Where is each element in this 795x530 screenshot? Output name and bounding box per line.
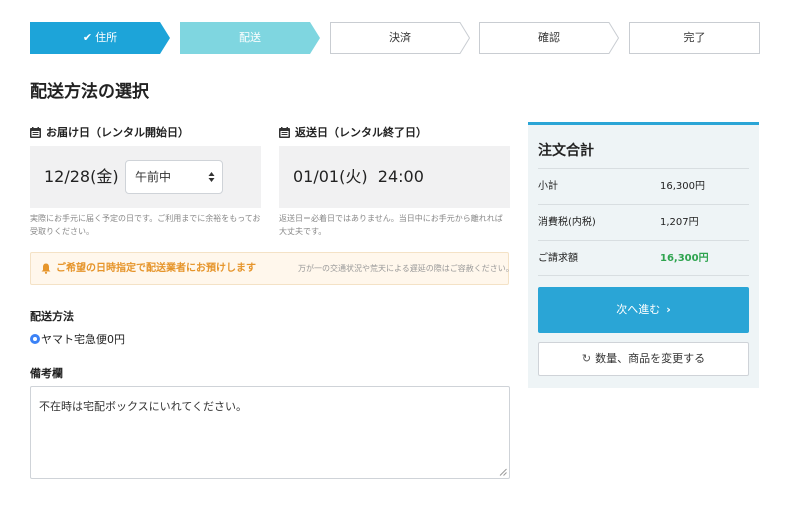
step-payment: 決済: [330, 22, 470, 54]
step-label: 確認: [538, 31, 560, 44]
return-date-label-text: 返送日（レンタル終了日）: [295, 126, 427, 139]
summary-row-label: 小計: [538, 181, 558, 192]
shipping-method-label: 配送方法: [30, 310, 74, 323]
delivery-time-select[interactable]: 午前中: [125, 160, 223, 194]
delivery-time-value: 午前中: [135, 170, 172, 184]
order-summary-title: 注文合計: [538, 143, 594, 159]
chevron-right-icon: ›: [666, 303, 671, 316]
return-date-value: 01/01(火) 24:00: [293, 167, 424, 186]
shipping-option[interactable]: ヤマト宅急便0円: [30, 331, 125, 347]
step-complete: 完了: [629, 22, 760, 54]
order-summary: 注文合計 小計 16,300円 消費税(内税) 1,207円 ご請求額 16,3…: [528, 122, 759, 388]
summary-total-value: 16,300円: [660, 253, 709, 264]
change-items-label: 数量、商品を変更する: [595, 352, 706, 365]
summary-row-value: 16,300円: [660, 181, 705, 192]
return-date-box: 01/01(火) 24:00: [279, 146, 510, 208]
step-shipping: 配送: [180, 22, 320, 54]
change-items-button[interactable]: ↻ 数量、商品を変更する: [538, 342, 749, 376]
return-date-label: 返送日（レンタル終了日）: [279, 124, 427, 140]
calendar-icon: [30, 126, 41, 138]
checkout-progress: ✔ 住所 配送 決済 確認 完了: [30, 22, 760, 54]
summary-row-tax: 消費税(内税) 1,207円: [538, 204, 749, 240]
delivery-date-note: 実際にお手元に届く予定の日です。ご利用までに余裕をもってお受取りください。: [30, 214, 261, 236]
resize-grip-icon[interactable]: [499, 468, 507, 476]
delivery-date-label: お届け日（レンタル開始日）: [30, 124, 189, 140]
remarks-value: 不在時は宅配ボックスにいれてください。: [39, 400, 248, 413]
page-title: 配送方法の選択: [30, 82, 149, 102]
step-confirm: 確認: [479, 22, 619, 54]
summary-row-subtotal: 小計 16,300円: [538, 168, 749, 204]
shipping-option-label: ヤマト宅急便0円: [41, 333, 125, 346]
step-label: 配送: [239, 31, 261, 44]
delivery-date-value: 12/28(金): [44, 167, 119, 186]
delivery-date-label-text: お届け日（レンタル開始日）: [46, 126, 189, 139]
delivery-date-box: 12/28(金) 午前中: [30, 146, 261, 208]
notice-strong-text: ご希望の日時指定で配送業者にお預けします: [56, 263, 256, 274]
refresh-icon: ↻: [581, 352, 592, 365]
remarks-label: 備考欄: [30, 367, 63, 380]
remarks-textarea[interactable]: 不在時は宅配ボックスにいれてください。: [30, 386, 510, 479]
bell-icon: [41, 263, 51, 274]
summary-row-label: ご請求額: [538, 253, 578, 264]
next-button[interactable]: 次へ進む ›: [538, 287, 749, 333]
return-date-note: 返送日＝必着日ではありません。当日中にお手元から離れれば大丈夫です。: [279, 214, 503, 236]
step-label: 住所: [95, 31, 118, 44]
next-button-label: 次へ進む: [616, 303, 661, 316]
step-label: 完了: [683, 31, 706, 44]
calendar-icon: [279, 126, 290, 138]
radio-selected-icon[interactable]: [30, 334, 40, 344]
check-icon: ✔: [82, 31, 93, 44]
step-label: 決済: [389, 31, 411, 44]
summary-row-label: 消費税(内税): [538, 217, 596, 228]
summary-row-value: 1,207円: [660, 217, 699, 228]
delivery-notice: ご希望の日時指定で配送業者にお預けします 万が一の交通状況や荒天による遅延の際は…: [30, 252, 514, 285]
notice-weak-text: 万が一の交通状況や荒天による遅延の際はご容赦ください。: [298, 264, 514, 273]
step-address[interactable]: ✔ 住所: [30, 22, 170, 54]
summary-row-total: ご請求額 16,300円: [538, 240, 749, 276]
select-arrows-icon: [208, 172, 215, 182]
